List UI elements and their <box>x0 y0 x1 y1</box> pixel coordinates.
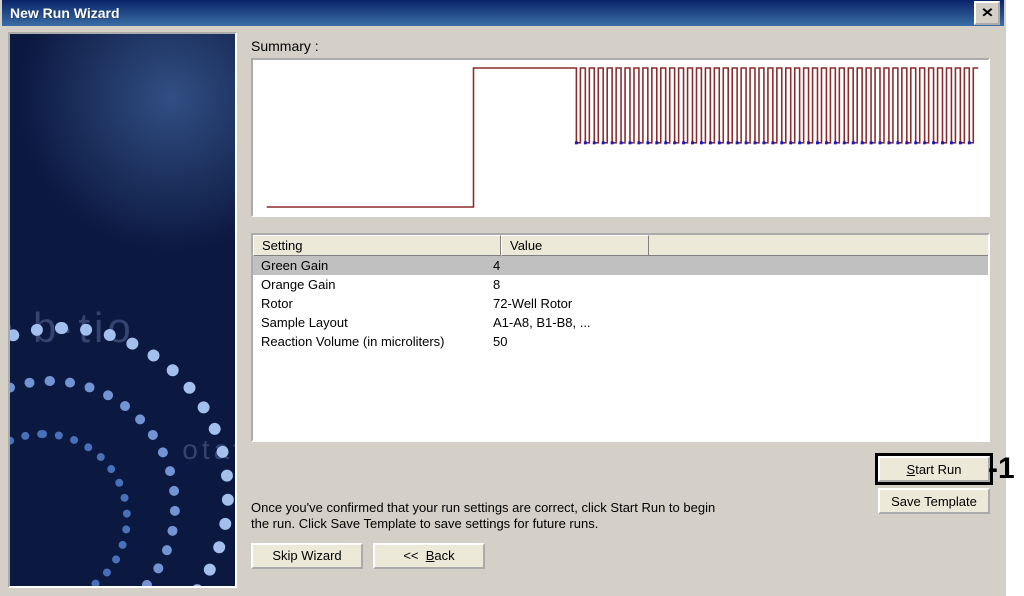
help-text: Once you've confirmed that your run sett… <box>251 500 731 533</box>
column-header-value[interactable]: Value <box>501 235 649 256</box>
settings-header: Setting Value <box>253 235 988 256</box>
window-title: New Run Wizard <box>6 5 974 21</box>
table-row[interactable]: Orange Gain8 <box>253 275 988 294</box>
value-cell: 50 <box>493 334 980 349</box>
value-cell: 8 <box>493 277 980 292</box>
wizard-side-image: o b·tio otat <box>8 32 237 588</box>
summary-label: Summary : <box>251 38 990 54</box>
value-cell: A1-A8, B1-B8, ... <box>493 315 980 330</box>
temperature-profile-svg <box>253 60 988 215</box>
table-row[interactable]: Sample LayoutA1-A8, B1-B8, ... <box>253 313 988 332</box>
column-header-setting[interactable]: Setting <box>253 235 501 256</box>
setting-cell: Reaction Volume (in microliters) <box>261 334 493 349</box>
close-icon: ✕ <box>980 5 993 21</box>
table-row[interactable]: Rotor72-Well Rotor <box>253 294 988 313</box>
bottom-buttons: Skip Wizard << Back <box>251 543 990 569</box>
skip-wizard-button[interactable]: Skip Wizard <box>251 543 363 569</box>
back-button[interactable]: << Back <box>373 543 485 569</box>
table-row[interactable]: Reaction Volume (in microliters)50 <box>253 332 988 351</box>
new-run-wizard-window: New Run Wizard ✕ o b·tio otat Summary : … <box>0 0 1006 596</box>
table-row[interactable]: Green Gain4 <box>253 256 988 275</box>
wizard-main: Summary : Setting Value Green Gain4Orang… <box>241 26 1004 594</box>
summary-graph <box>251 58 990 217</box>
value-cell: 4 <box>493 258 980 273</box>
wizard-body: o b·tio otat Summary : Setting Value Gre… <box>2 26 1004 594</box>
settings-table: Setting Value Green Gain4Orange Gain8Rot… <box>251 233 990 442</box>
setting-cell: Orange Gain <box>261 277 493 292</box>
setting-cell: Green Gain <box>261 258 493 273</box>
close-button[interactable]: ✕ <box>974 1 1000 25</box>
setting-cell: Sample Layout <box>261 315 493 330</box>
value-cell: 72-Well Rotor <box>493 296 980 311</box>
titlebar: New Run Wizard ✕ <box>2 0 1004 26</box>
setting-cell: Rotor <box>261 296 493 311</box>
annotation-label-1: -1 <box>988 452 1015 486</box>
